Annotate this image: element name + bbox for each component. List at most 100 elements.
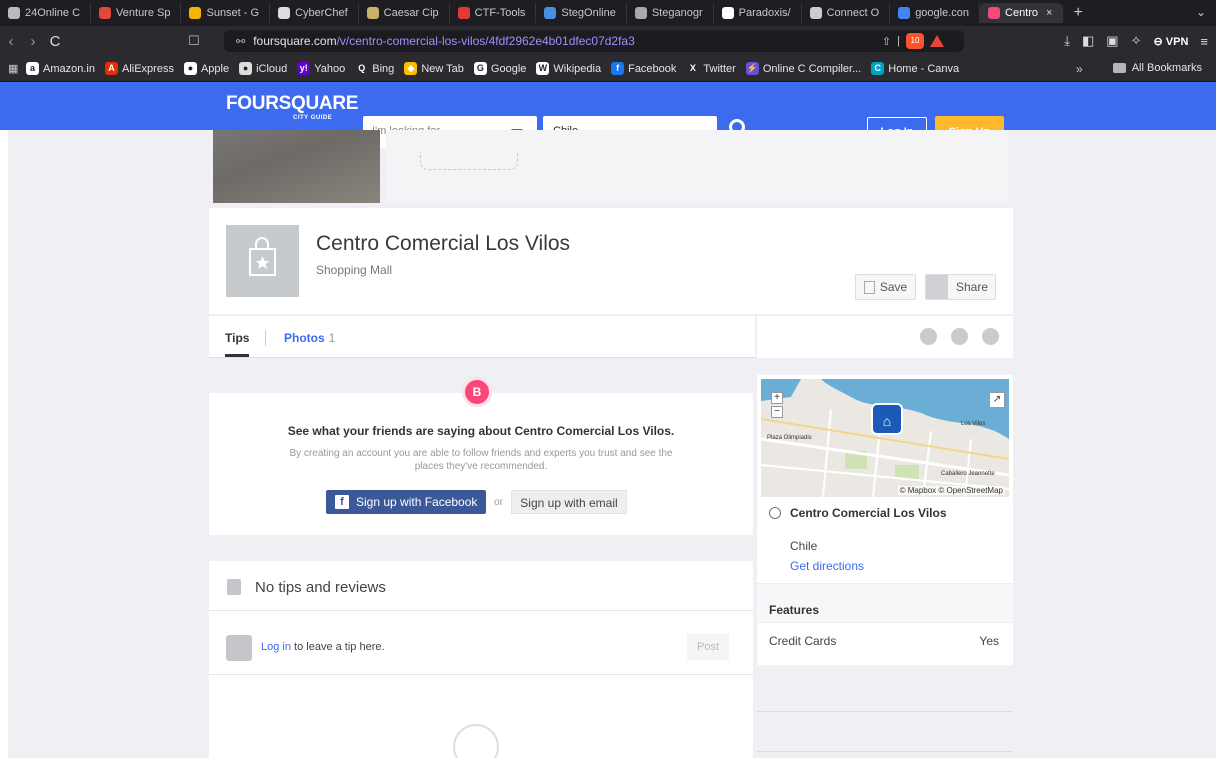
bookmark-item[interactable]: C Home - Canva (871, 62, 959, 75)
share-label: Share (956, 280, 989, 294)
photo-area (554, 130, 1008, 203)
browser-tab[interactable]: Connect O (802, 3, 891, 23)
tab-label: Centro (1005, 7, 1039, 19)
tips-card: No tips and reviews Log in to leave a ti… (209, 561, 753, 758)
post-button[interactable]: Post (687, 634, 729, 660)
bookmark-item[interactable]: Q Bing (355, 62, 394, 75)
tab-favicon-icon (634, 7, 647, 19)
all-bookmarks-button[interactable]: All Bookmarks (1112, 62, 1202, 74)
venue-header-card: Centro Comercial Los Vilos Shopping Mall… (209, 208, 1013, 314)
photo-placeholder (386, 130, 554, 203)
venue-category[interactable]: Shopping Mall (316, 263, 392, 277)
sidebar-icon[interactable]: ◧ (1082, 33, 1094, 49)
browser-tab[interactable]: Caesar Cip (359, 3, 450, 23)
bookmark-item[interactable]: ◆ New Tab (404, 62, 464, 75)
venue-map[interactable]: + − ↗ Los Vilos Plaza Olimpiadis Caballe… (761, 379, 1009, 497)
bookmark-item[interactable]: G Google (473, 62, 526, 75)
bookmark-favicon-icon: ● (239, 62, 253, 75)
forward-button[interactable]: › (22, 33, 44, 50)
browser-tab[interactable]: 24Online C (0, 3, 92, 23)
more-bookmarks-icon[interactable]: » (1076, 62, 1083, 76)
tab-label: Paradoxis/ (738, 7, 791, 19)
download-icon[interactable]: ⤓ (1064, 33, 1070, 49)
rating-bar (757, 316, 1013, 358)
bookmark-label: Wikipedia (553, 62, 602, 75)
map-place-name: Centro Comercial Los Vilos (790, 506, 947, 520)
bookmark-item[interactable]: ⚡ Online C Compiler... (745, 62, 861, 75)
vpn-button[interactable]: ⊖ VPN (1154, 35, 1189, 48)
zoom-in-button[interactable]: + (771, 392, 783, 404)
bookmark-favicon-icon: A (104, 62, 118, 75)
new-tab-button[interactable]: + (1063, 4, 1092, 22)
browser-tab[interactable]: Steganogr (627, 3, 714, 23)
foursquare-logo[interactable]: FOURSQUARE (226, 93, 358, 115)
tab-photos[interactable]: Photos 1 (284, 331, 335, 345)
browser-tab[interactable]: CTF-Tools (450, 3, 537, 23)
wallet-icon[interactable]: ▣ (1106, 33, 1118, 49)
brave-rewards-icon[interactable] (930, 35, 944, 47)
all-bookmarks-label: All Bookmarks (1131, 62, 1202, 74)
tab-label: StegOnline (561, 7, 616, 19)
feature-value: Yes (979, 634, 999, 648)
tab-favicon-icon (8, 7, 20, 19)
share-button[interactable]: Share (925, 274, 996, 300)
leo-icon[interactable]: ✧ (1131, 33, 1142, 49)
bookmark-label: Amazon.in (43, 62, 95, 75)
back-button[interactable]: ‹ (0, 33, 22, 50)
logo-subtitle: CITY GUIDE (293, 115, 333, 121)
map-label: Caballero Jeannette (941, 471, 995, 477)
reload-button[interactable]: C (44, 33, 66, 50)
folder-icon (1112, 63, 1126, 73)
bookmark-item[interactable]: A AliExpress (104, 62, 174, 75)
zoom-out-button[interactable]: − (771, 406, 783, 418)
browser-tab[interactable]: CyberChef (270, 3, 359, 23)
map-attribution[interactable]: © Mapbox © OpenStreetMap (897, 486, 1005, 495)
share-icon (926, 275, 948, 299)
browser-tab[interactable]: Venture Sp (91, 3, 182, 23)
map-pin-icon[interactable]: ⌂ (871, 403, 903, 435)
browser-tab[interactable]: google.con (890, 3, 981, 23)
bookmark-item[interactable]: f Facebook (611, 62, 676, 75)
browser-tab[interactable]: Sunset - G (181, 3, 271, 23)
login-link[interactable]: Log in (261, 641, 291, 653)
close-icon[interactable]: × (1046, 7, 1052, 19)
apps-grid-icon[interactable]: ▦ (8, 62, 21, 75)
map-place-city: Chile (790, 539, 818, 553)
bookmark-favicon-icon: ◆ (404, 62, 418, 75)
expand-map-icon[interactable]: ↗ (989, 392, 1005, 408)
signup-email-button[interactable]: Sign up with email (511, 490, 627, 514)
bookmark-item[interactable]: y! Yahoo (297, 62, 345, 75)
tab-tips[interactable]: Tips (225, 331, 249, 345)
bookmark-label: Home - Canva (888, 62, 960, 75)
dislike-icon[interactable] (982, 328, 999, 345)
get-directions-link[interactable]: Get directions (790, 559, 864, 573)
save-button[interactable]: Save (855, 274, 916, 300)
tab-menu-icon[interactable]: ⌄ (1196, 5, 1206, 19)
share-page-icon[interactable]: ⇧ (882, 35, 891, 48)
bookmark-favicon-icon: ● (183, 62, 197, 75)
browser-tab-active[interactable]: Centro × (980, 3, 1064, 23)
site-info-icon[interactable]: ⚯ (236, 35, 245, 48)
bookmark-item[interactable]: W Wikipedia (536, 62, 601, 75)
bookmark-item[interactable]: X Twitter (686, 62, 736, 75)
avatar (226, 635, 252, 661)
bookmark-item[interactable]: ● iCloud (239, 62, 287, 75)
neutral-icon[interactable] (951, 328, 968, 345)
photo-placeholder-shape (420, 152, 518, 170)
venue-photo[interactable] (213, 130, 380, 203)
address-bar[interactable]: ⚯ foursquare.com/v/centro-comercial-los-… (224, 30, 964, 52)
bookmark-item[interactable]: ● Apple (183, 62, 229, 75)
browser-tab[interactable]: Paradoxis/ (714, 3, 802, 23)
browser-tab[interactable]: StegOnline (536, 3, 627, 23)
features-header: Features (757, 583, 1013, 623)
signup-facebook-button[interactable]: f Sign up with Facebook (326, 490, 486, 514)
like-icon[interactable] (920, 328, 937, 345)
menu-icon[interactable]: ≡ (1200, 34, 1208, 49)
tab-favicon-icon (278, 7, 291, 19)
bookmark-label: Bing (372, 62, 395, 75)
bookmark-item[interactable]: a Amazon.in (26, 62, 95, 75)
brave-shields-icon[interactable]: 10 (906, 33, 924, 49)
tab-favicon-icon (544, 7, 557, 19)
tips-header: No tips and reviews (209, 561, 753, 611)
bookmark-page-icon[interactable]: ☐ (184, 33, 204, 49)
